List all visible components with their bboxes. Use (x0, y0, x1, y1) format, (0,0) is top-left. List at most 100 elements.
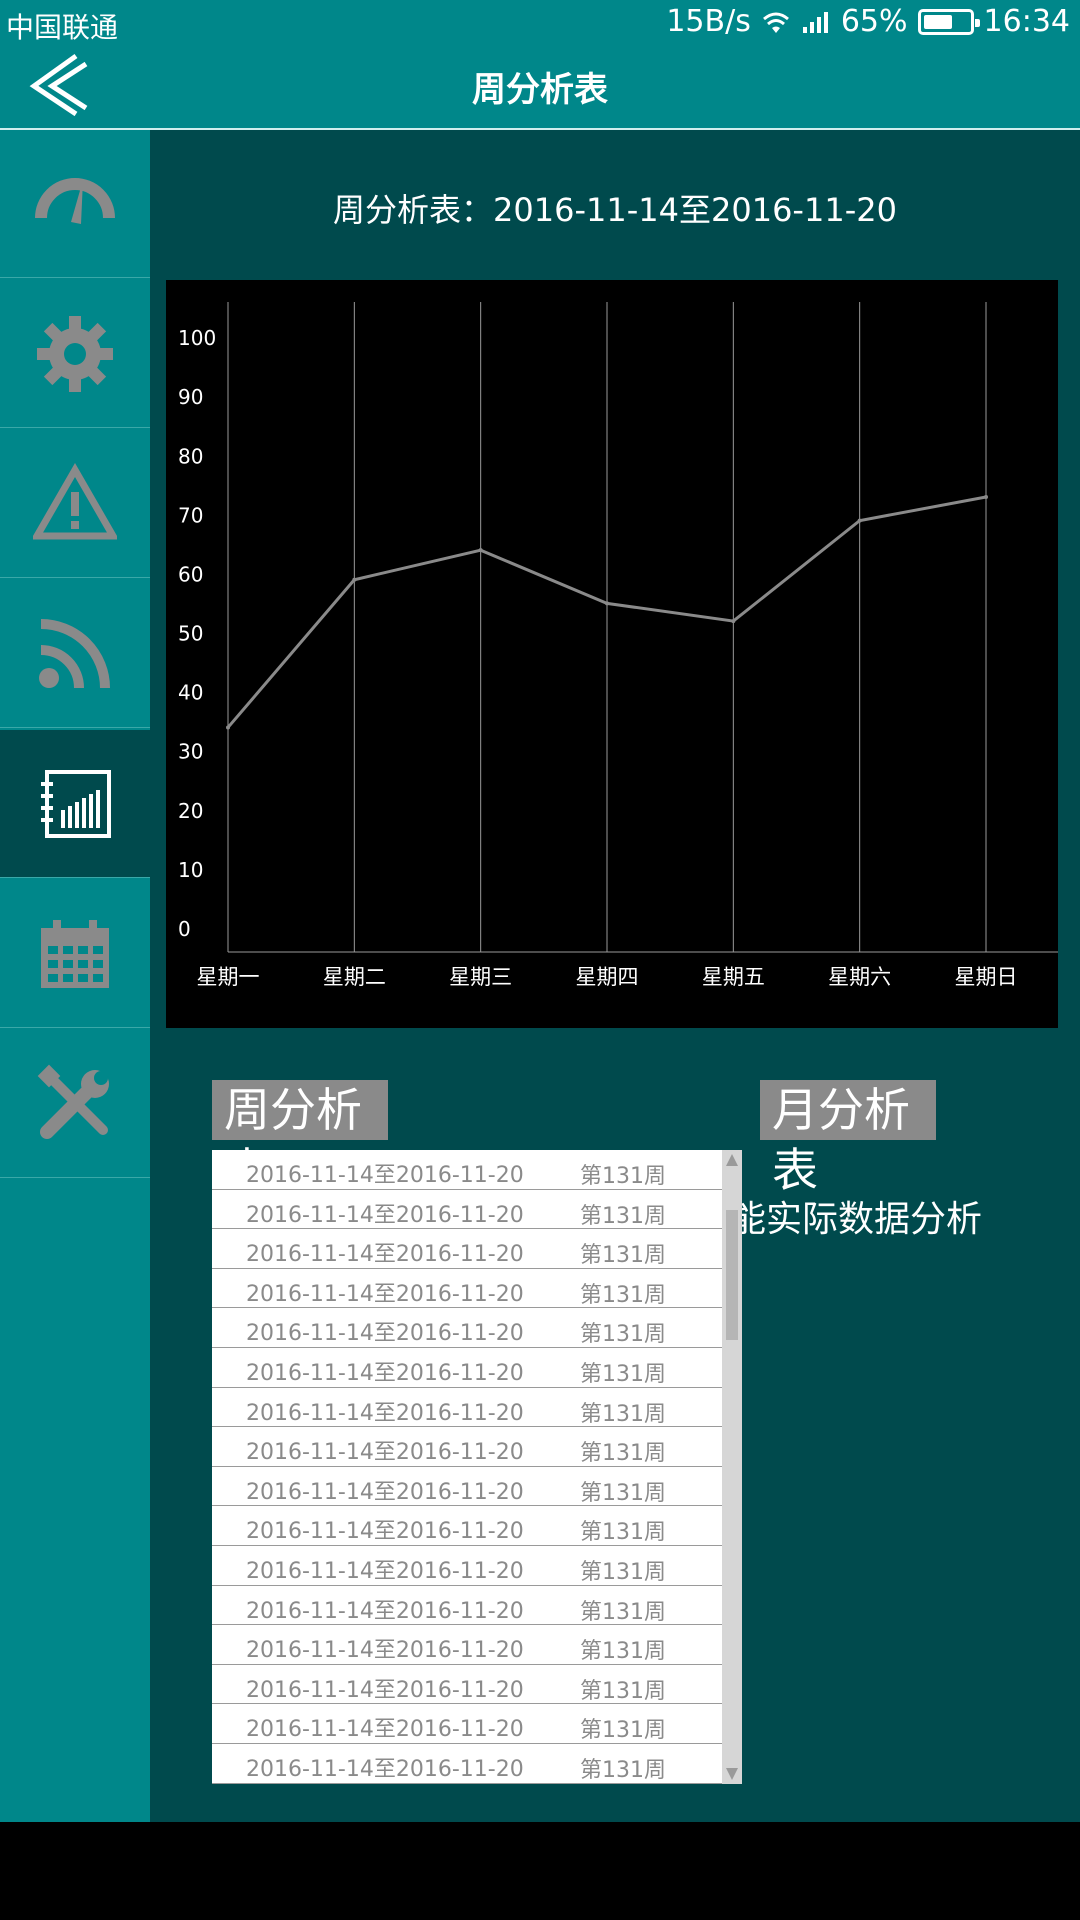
week-range: 2016-11-14至2016-11-20 (246, 1281, 524, 1307)
week-range: 2016-11-14至2016-11-20 (246, 1360, 524, 1386)
battery-tip (974, 18, 980, 27)
week-analysis-button[interactable]: 周分析表 (212, 1080, 388, 1197)
list-item[interactable]: 2016-11-14至2016-11-20 第131周 (212, 1190, 722, 1230)
list-item[interactable]: 2016-11-14至2016-11-20 第131周 (212, 1506, 722, 1546)
signal-icon (802, 11, 828, 33)
week-range: 2016-11-14至2016-11-20 (246, 1558, 524, 1584)
network-speed: 15B/s (666, 4, 751, 39)
sidebar-item-alarms[interactable] (0, 430, 150, 578)
list-item[interactable]: 2016-11-14至2016-11-20 第131周 (212, 1586, 722, 1626)
chart-canvas: 0 10 20 30 40 50 60 70 80 90 100 星期一 星期二 星期三 星期四 星期五 星期六… (178, 302, 1058, 989)
scrollbar[interactable] (722, 1150, 742, 1784)
x-tick-label: 星期二 (323, 965, 386, 989)
list-item[interactable]: 2016-11-14至2016-11-20 第131周 (212, 1665, 722, 1705)
week-range: 2016-11-14至2016-11-20 (246, 1242, 524, 1268)
x-tick-label: 星期日 (955, 965, 1018, 989)
list-item[interactable]: 2016-11-14至2016-11-20 第131周 (212, 1269, 722, 1309)
sidebar-item-feed[interactable] (0, 580, 150, 728)
week-number: 第131周 (580, 1639, 666, 1665)
report-icon (41, 769, 111, 838)
line-chart: 0 10 20 30 40 50 60 70 80 90 100 星期一 星期二 星期三 星期四 星期五 星期六… (166, 280, 1058, 1028)
y-tick-label: 60 (178, 562, 203, 586)
week-range: 2016-11-14至2016-11-20 (246, 1202, 524, 1228)
list-item[interactable]: 2016-11-14至2016-11-20 第131周 (212, 1229, 722, 1269)
data-point (857, 518, 862, 523)
week-range: 2016-11-14至2016-11-20 (246, 1400, 524, 1426)
sidebar (0, 130, 150, 1822)
data-point (605, 601, 609, 606)
sidebar-item-tools[interactable] (0, 1030, 150, 1178)
week-number: 第131周 (580, 1401, 666, 1427)
week-number: 第131周 (580, 1678, 666, 1704)
top-bar: 中国联通 15B/s 65% 16:34 周分析表 (0, 0, 1080, 130)
list-item[interactable]: 2016-11-14至2016-11-20 第131周 (212, 1467, 722, 1507)
list-item[interactable]: 2016-11-14至2016-11-20 第131周 (212, 1744, 722, 1784)
week-number: 第131周 (580, 1282, 666, 1308)
week-number: 第131周 (580, 1757, 666, 1783)
x-tick-label: 星期四 (576, 965, 639, 989)
week-range: 2016-11-14至2016-11-20 (246, 1440, 524, 1466)
x-tick-label: 星期六 (828, 965, 891, 989)
list-item[interactable]: 2016-11-14至2016-11-20 第131周 (212, 1308, 722, 1348)
wifi-icon (762, 12, 789, 33)
scroll-up-icon[interactable] (725, 1153, 739, 1167)
y-tick-label: 20 (178, 799, 203, 823)
data-point (478, 548, 483, 553)
week-range: 2016-11-14至2016-11-20 (246, 1163, 524, 1188)
week-number: 第131周 (580, 1243, 666, 1269)
week-number: 第131周 (580, 1718, 666, 1744)
list-item[interactable]: 2016-11-14至2016-11-20 第131周 (212, 1704, 722, 1744)
calendar-icon (41, 919, 109, 988)
week-range: 2016-11-14至2016-11-20 (246, 1717, 524, 1743)
x-tick-label: 星期一 (197, 965, 260, 989)
sidebar-item-dashboard[interactable] (0, 130, 150, 278)
week-number: 第131周 (580, 1361, 666, 1387)
sidebar-item-calendar[interactable] (0, 880, 150, 1028)
week-number: 第131周 (580, 1164, 666, 1189)
sidebar-item-settings[interactable] (0, 280, 150, 428)
week-number: 第131周 (580, 1441, 666, 1467)
dropdown-rows: 2016-11-14至2016-11-20 第131周 2016-11-14至201… (212, 1150, 722, 1784)
warning-icon (33, 462, 117, 539)
rss-icon (39, 618, 110, 688)
month-analysis-button[interactable]: 月分析表 (760, 1080, 936, 1197)
y-tick-label: 100 (178, 326, 216, 350)
week-number: 第131周 (580, 1203, 666, 1229)
tools-icon (37, 1064, 109, 1139)
battery-percent: 65% (840, 4, 908, 39)
week-number: 第131周 (580, 1599, 666, 1625)
week-number: 第131周 (580, 1322, 666, 1348)
data-point (984, 495, 988, 499)
week-number: 第131周 (580, 1520, 666, 1546)
x-tick-label: 星期五 (702, 965, 765, 989)
clock: 16:34 (983, 4, 1070, 39)
main-panel: 周分析表：2016-11-14至2016-11-20 0 10 20 30 40 50 60… (150, 130, 1080, 1822)
list-item[interactable]: 2016-11-14至2016-11-20 第131周 (212, 1150, 722, 1190)
y-tick-label: 80 (178, 444, 203, 468)
bottom-bar (0, 1822, 1080, 1920)
data-point (352, 577, 357, 582)
week-number: 第131周 (580, 1559, 666, 1585)
battery-fill (923, 14, 953, 29)
y-tick-label: 90 (178, 385, 203, 409)
list-item[interactable]: 2016-11-14至2016-11-20 第131周 (212, 1388, 722, 1428)
scroll-down-icon[interactable] (725, 1767, 739, 1781)
list-item[interactable]: 2016-11-14至2016-11-20 第131周 (212, 1427, 722, 1467)
list-item[interactable]: 2016-11-14至2016-11-20 第131周 (212, 1348, 722, 1388)
y-tick-label: 10 (178, 858, 203, 882)
list-item[interactable]: 2016-11-14至2016-11-20 第131周 (212, 1625, 722, 1665)
gauge-icon (35, 177, 115, 224)
battery-icon (917, 8, 980, 35)
page-title: 周分析表 (472, 70, 608, 110)
week-range: 2016-11-14至2016-11-20 (246, 1756, 524, 1782)
sidebar-item-reports[interactable] (0, 730, 150, 878)
status-right: 15B/s 65% 16:34 (666, 4, 1070, 39)
list-item[interactable]: 2016-11-14至2016-11-20 第131周 (212, 1546, 722, 1586)
data-point (731, 619, 736, 624)
chart-heading: 周分析表：2016-11-14至2016-11-20 (333, 191, 897, 229)
week-range: 2016-11-14至2016-11-20 (246, 1638, 524, 1664)
week-dropdown-list[interactable]: 2016-11-14至2016-11-20 第131周 2016-11-14至201… (212, 1150, 742, 1784)
carrier-label: 中国联通 (6, 11, 119, 44)
week-range: 2016-11-14至2016-11-20 (246, 1677, 524, 1703)
scroll-thumb[interactable] (726, 1210, 738, 1340)
